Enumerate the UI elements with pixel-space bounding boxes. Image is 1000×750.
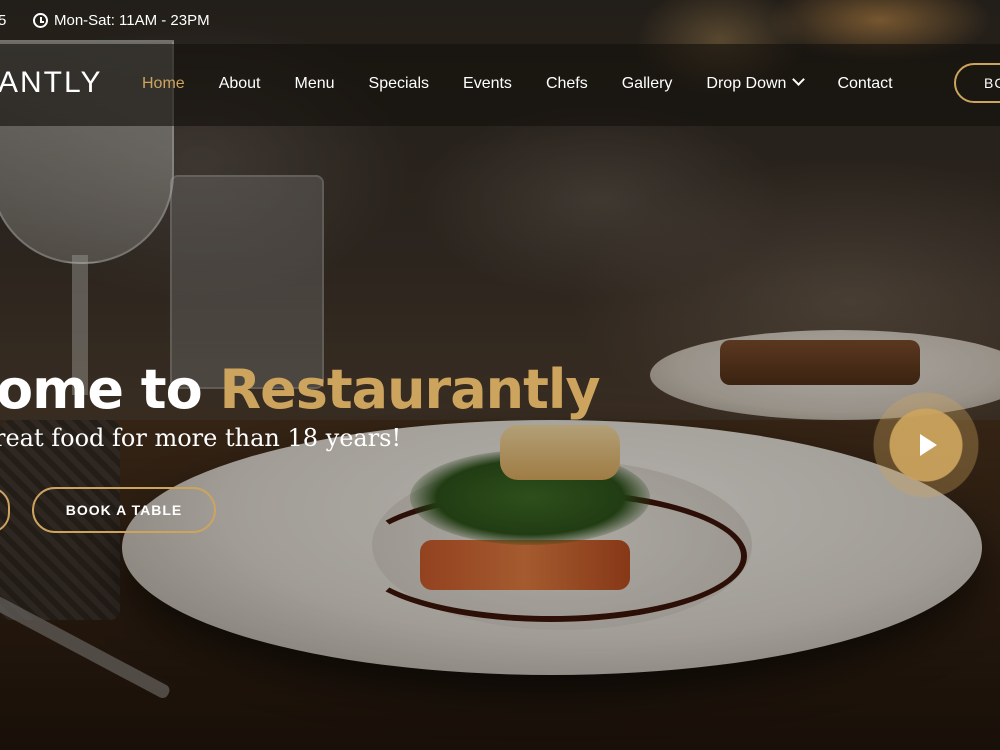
nav-item-events[interactable]: Events bbox=[446, 73, 529, 95]
nav-item-menu[interactable]: Menu bbox=[278, 73, 352, 95]
nav-menu: Home About Menu Specials Events Chefs Ga… bbox=[125, 73, 910, 95]
hero-title: ome to Restaurantly bbox=[0, 358, 601, 421]
book-table-nav-button[interactable]: BC bbox=[954, 63, 1000, 103]
top-info-bar: 5 Mon-Sat: 11AM - 23PM bbox=[0, 0, 1000, 44]
play-video-button[interactable] bbox=[873, 392, 979, 498]
site-logo[interactable]: ANTLY bbox=[0, 66, 102, 100]
nav-item-dropdown-label: Drop Down bbox=[706, 75, 787, 92]
nav-item-dropdown[interactable]: Drop Down bbox=[689, 73, 820, 95]
chevron-down-icon bbox=[792, 73, 806, 86]
nav-item-chefs[interactable]: Chefs bbox=[529, 73, 605, 95]
nav-item-gallery[interactable]: Gallery bbox=[605, 73, 690, 95]
nav-item-specials[interactable]: Specials bbox=[352, 73, 446, 95]
opening-hours-text: Mon-Sat: 11AM - 23PM bbox=[54, 12, 210, 29]
clock-icon bbox=[33, 13, 48, 28]
nav-item-about[interactable]: About bbox=[202, 73, 278, 95]
phone-fragment: 5 bbox=[0, 12, 7, 29]
opening-hours: Mon-Sat: 11AM - 23PM bbox=[33, 12, 210, 29]
hero-title-brand: Restaurantly bbox=[219, 358, 601, 421]
hero-title-prefix: ome to bbox=[0, 358, 220, 421]
nav-item-contact[interactable]: Contact bbox=[820, 73, 909, 95]
nav-item-home[interactable]: Home bbox=[125, 73, 202, 95]
play-icon bbox=[920, 434, 937, 456]
book-a-table-button[interactable]: BOOK A TABLE bbox=[32, 487, 216, 533]
main-navbar: ANTLY Home About Menu Specials Events Ch… bbox=[0, 44, 1000, 126]
hero-subtitle: reat food for more than 18 years! bbox=[0, 424, 402, 452]
